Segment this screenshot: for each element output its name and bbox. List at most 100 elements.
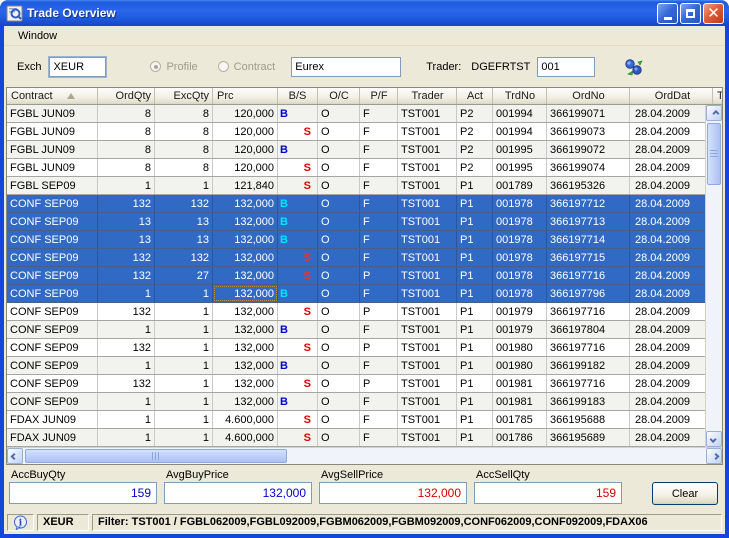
minimize-button[interactable]	[657, 3, 678, 24]
scroll-left-button[interactable]	[7, 448, 23, 464]
column-header-ordno[interactable]: OrdNo	[547, 88, 630, 104]
scroll-down-button[interactable]	[706, 431, 722, 447]
column-header-tr[interactable]: Tr	[713, 88, 722, 104]
clear-button[interactable]: Clear	[652, 482, 718, 505]
summary-bar: AccBuyQty 159 AvgBuyPrice 132,000 AvgSel…	[4, 465, 725, 512]
vertical-scroll-track[interactable]	[706, 185, 722, 431]
cell-trdno: 001978	[493, 195, 547, 212]
table-row[interactable]: CONF SEP09 132 27 132,000 S O P TST001 P…	[7, 267, 722, 285]
table-row[interactable]: FDAX JUN09 1 1 4.600,000 S O F TST001 P1…	[7, 411, 722, 429]
cell-bs: S	[278, 159, 318, 176]
cell-trader: TST001	[398, 303, 457, 320]
close-button[interactable]: ✕	[703, 3, 724, 24]
cell-bs: B	[278, 105, 318, 122]
cell-orddat: 28.04.2009	[630, 123, 713, 140]
cell-act: P1	[457, 267, 493, 284]
cell-excqty: 1	[155, 429, 213, 446]
table-row[interactable]: FGBL JUN09 8 8 120,000 B O F TST001 P2 0…	[7, 141, 722, 159]
cell-contract: FGBL JUN09	[7, 105, 98, 122]
table-row[interactable]: CONF SEP09 13 13 132,000 B O F TST001 P1…	[7, 213, 722, 231]
buy-sell-flag: S	[304, 432, 311, 444]
column-header-bs[interactable]: B/S	[278, 88, 318, 104]
table-row[interactable]: CONF SEP09 1 1 132,000 B O F TST001 P1 0…	[7, 285, 722, 303]
vertical-scrollbar[interactable]	[705, 105, 722, 447]
cell-ordno: 366199182	[547, 357, 630, 374]
cell-excqty: 1	[155, 285, 213, 302]
table-row[interactable]: CONF SEP09 132 1 132,000 S O P TST001 P1…	[7, 375, 722, 393]
cell-bs: S	[278, 123, 318, 140]
cell-oc: O	[318, 375, 360, 392]
table-row[interactable]: CONF SEP09 13 13 132,000 B O F TST001 P1…	[7, 231, 722, 249]
cell-ordno: 366197716	[547, 339, 630, 356]
cell-pf: F	[360, 195, 398, 212]
buy-sell-flag: B	[280, 396, 288, 408]
table-row[interactable]: CONF SEP09 1 1 132,000 B O F TST001 P1 0…	[7, 393, 722, 411]
cell-ordno: 366197796	[547, 285, 630, 302]
scroll-up-button[interactable]	[706, 105, 722, 121]
cell-contract: CONF SEP09	[7, 285, 98, 302]
maximize-button[interactable]	[680, 3, 701, 24]
cell-ordqty: 1	[98, 411, 155, 428]
horizontal-scrollbar[interactable]	[7, 447, 722, 464]
cell-trdno: 001978	[493, 231, 547, 248]
cell-act: P1	[457, 285, 493, 302]
titlebar[interactable]: Trade Overview ✕	[0, 0, 729, 26]
table-row[interactable]: FGBL SEP09 1 1 121,840 S O F TST001 P1 0…	[7, 177, 722, 195]
cell-pf: F	[360, 213, 398, 230]
contract-radio[interactable]: Contract	[218, 61, 276, 73]
cell-bs: B	[278, 357, 318, 374]
cell-oc: O	[318, 429, 360, 446]
column-header-act[interactable]: Act	[457, 88, 493, 104]
column-header-prc[interactable]: Prc	[213, 88, 278, 104]
buy-sell-flag: B	[280, 216, 288, 228]
cell-pf: F	[360, 321, 398, 338]
cell-ordno: 366197716	[547, 375, 630, 392]
close-icon: ✕	[707, 6, 720, 21]
table-row[interactable]: FGBL JUN09 8 8 120,000 S O F TST001 P2 0…	[7, 123, 722, 141]
menu-window[interactable]: Window	[12, 28, 63, 44]
cell-pf: F	[360, 285, 398, 302]
cell-bs: S	[278, 375, 318, 392]
table-row[interactable]: CONF SEP09 132 1 132,000 S O P TST001 P1…	[7, 303, 722, 321]
cell-excqty: 1	[155, 375, 213, 392]
cell-orddat: 28.04.2009	[630, 429, 713, 446]
cell-prc: 120,000	[213, 105, 278, 122]
column-header-trader[interactable]: Trader	[398, 88, 457, 104]
cell-pf: P	[360, 375, 398, 392]
table-row[interactable]: FDAX JUN09 1 1 4.600,000 S O F TST001 P1…	[7, 429, 722, 447]
column-header-pf[interactable]: P/F	[360, 88, 398, 104]
scroll-right-button[interactable]	[706, 448, 722, 464]
cell-excqty: 27	[155, 267, 213, 284]
column-header-ordqty[interactable]: OrdQty	[98, 88, 155, 104]
cell-ordno: 366199073	[547, 123, 630, 140]
acc-sell-qty-field: AccSellQty 159	[474, 467, 622, 504]
vertical-scroll-thumb[interactable]	[707, 123, 721, 185]
horizontal-scroll-thumb[interactable]	[25, 449, 287, 463]
column-header-orddat[interactable]: OrdDat	[630, 88, 713, 104]
cell-act: P1	[457, 177, 493, 194]
column-header-contract[interactable]: Contract	[7, 88, 98, 104]
table-row[interactable]: CONF SEP09 1 1 132,000 B O F TST001 P1 0…	[7, 357, 722, 375]
cell-act: P1	[457, 303, 493, 320]
table-row[interactable]: CONF SEP09 1 1 132,000 B O F TST001 P1 0…	[7, 321, 722, 339]
column-header-excqty[interactable]: ExcQty	[155, 88, 213, 104]
profile-input[interactable]	[291, 57, 401, 77]
exch-input[interactable]	[49, 57, 106, 77]
cell-ordno: 366199072	[547, 141, 630, 158]
avg-sell-price-value: 132,000	[319, 482, 467, 504]
cell-bs: B	[278, 141, 318, 158]
column-header-trdno[interactable]: TrdNo	[493, 88, 547, 104]
table-row[interactable]: CONF SEP09 132 132 132,000 S O F TST001 …	[7, 249, 722, 267]
table-row[interactable]: FGBL JUN09 8 8 120,000 S O F TST001 P2 0…	[7, 159, 722, 177]
request-transfer-icon[interactable]	[623, 57, 645, 77]
table-row[interactable]: CONF SEP09 132 132 132,000 B O F TST001 …	[7, 195, 722, 213]
cell-oc: O	[318, 339, 360, 356]
column-header-oc[interactable]: O/C	[318, 88, 360, 104]
status-filter: Filter: TST001 / FGBL062009,FGBL092009,F…	[92, 514, 722, 531]
cell-prc: 120,000	[213, 123, 278, 140]
trader-num-input[interactable]	[537, 57, 595, 77]
table-row[interactable]: FGBL JUN09 8 8 120,000 B O F TST001 P2 0…	[7, 105, 722, 123]
cell-ordqty: 132	[98, 267, 155, 284]
table-row[interactable]: CONF SEP09 132 1 132,000 S O P TST001 P1…	[7, 339, 722, 357]
profile-radio[interactable]: Profile	[150, 61, 197, 73]
